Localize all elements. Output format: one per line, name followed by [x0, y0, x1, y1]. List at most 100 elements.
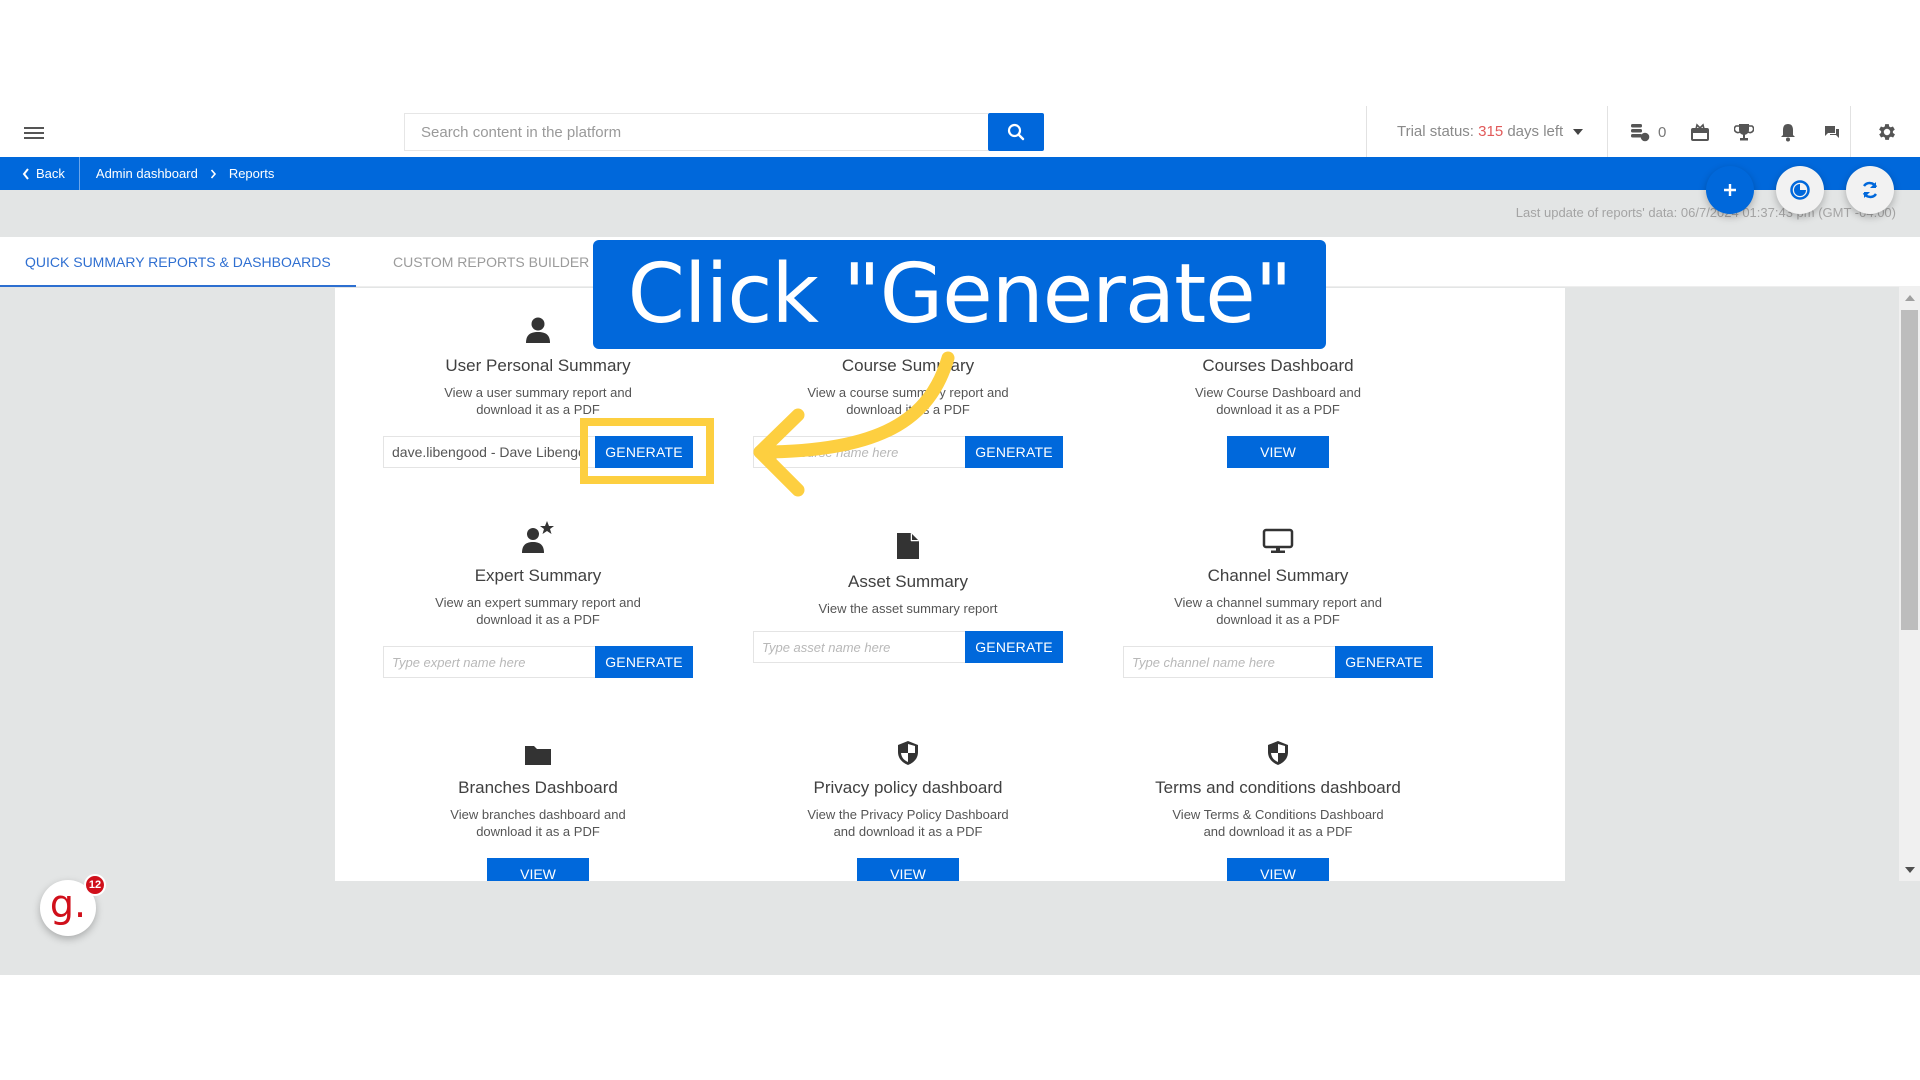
- bell-icon: [1781, 124, 1796, 142]
- gift-button[interactable]: [1688, 121, 1712, 143]
- coins-count: 0: [1658, 123, 1667, 141]
- plus-icon: [1724, 184, 1736, 196]
- card-description: View the asset summary report: [818, 601, 998, 616]
- trial-suffix: days left: [1503, 123, 1564, 140]
- asset-input[interactable]: [753, 631, 965, 663]
- scroll-down-arrow-icon[interactable]: [1905, 867, 1915, 873]
- highlight-box: [580, 418, 714, 484]
- course-input[interactable]: [753, 436, 965, 468]
- last-update-text: Last update of reports' data: 06/7/2024 …: [1515, 205, 1896, 220]
- instruction-callout: Click "Generate": [593, 240, 1326, 349]
- search-icon: [1007, 123, 1025, 141]
- card-title: Asset Summary: [848, 572, 968, 591]
- coins-icon: [1631, 124, 1650, 142]
- trial-days: 315: [1478, 123, 1504, 140]
- card-description: View Terms & Conditions Dashboard and dow…: [1172, 807, 1384, 839]
- generate-asset-summary-button[interactable]: GENERATE: [965, 631, 1063, 663]
- generate-expert-summary-button[interactable]: GENERATE: [595, 646, 693, 678]
- messages-button[interactable]: [1820, 121, 1844, 143]
- header-divider: [1366, 106, 1367, 157]
- scrollbar-thumb[interactable]: [1901, 310, 1918, 630]
- header-divider: [1607, 106, 1608, 157]
- breadcrumb-reports[interactable]: Reports: [229, 166, 275, 181]
- back-button[interactable]: Back: [0, 157, 80, 190]
- card-terms-conditions-dashboard: Terms and conditions dashboard View Term…: [1093, 732, 1463, 881]
- card-title: Privacy policy dashboard: [813, 778, 1003, 797]
- notifications-button[interactable]: [1776, 121, 1800, 143]
- card-title: Course Summary: [841, 356, 975, 375]
- card-title: Courses Dashboard: [1202, 356, 1354, 375]
- search-input[interactable]: [404, 113, 988, 151]
- card-description: View a course summary report and download…: [807, 385, 1009, 417]
- generate-channel-summary-button[interactable]: GENERATE: [1335, 646, 1433, 678]
- view-privacy-policy-dashboard-button[interactable]: VIEW: [857, 858, 959, 881]
- view-courses-dashboard-button[interactable]: VIEW: [1227, 436, 1329, 468]
- card-description: View the Privacy Policy Dashboard and dow…: [807, 807, 1009, 839]
- reports-panel: User Personal Summary View a user summar…: [335, 288, 1565, 881]
- card-asset-summary: Asset Summary View the asset summary rep…: [723, 526, 1093, 663]
- add-button[interactable]: [1706, 166, 1754, 214]
- tab-custom-reports-builder[interactable]: CUSTOM REPORTS BUILDER: [368, 237, 614, 287]
- trophy-button[interactable]: [1732, 121, 1756, 143]
- card-title: Branches Dashboard: [458, 778, 618, 797]
- channel-input[interactable]: [1123, 646, 1335, 678]
- header-icons: 0: [1628, 121, 1864, 143]
- folder-icon: [525, 746, 551, 765]
- refresh-icon: [1862, 181, 1878, 199]
- card-description: View an expert summary report and downloa…: [435, 595, 641, 627]
- breadcrumb-bar: Back Admin dashboard Reports: [0, 157, 1920, 190]
- card-title: User Personal Summary: [445, 356, 631, 375]
- card-description: View branches dashboard and download it a…: [450, 807, 626, 839]
- guidde-badge[interactable]: g. 12: [40, 874, 106, 936]
- card-description: View Course Dashboard and download it as …: [1195, 385, 1361, 417]
- menu-icon[interactable]: [24, 124, 44, 142]
- scrollbar[interactable]: [1899, 286, 1920, 881]
- settings-button[interactable]: [1876, 121, 1900, 145]
- page: Trial status: 315 days left 0: [0, 0, 1920, 1080]
- shield-icon: [898, 741, 918, 765]
- monitor-icon: [1262, 528, 1294, 553]
- chat-icon: [1825, 126, 1840, 138]
- breadcrumb-admin-dashboard[interactable]: Admin dashboard: [96, 166, 198, 181]
- view-branches-dashboard-button[interactable]: VIEW: [487, 858, 589, 881]
- card-channel-summary: Channel Summary View a channel summary r…: [1093, 520, 1463, 678]
- card-expert-summary: Expert Summary View an expert summary re…: [353, 520, 723, 678]
- gear-icon: [1879, 124, 1895, 140]
- badge-count: 12: [84, 874, 106, 896]
- guidde-logo-icon: g.: [49, 882, 87, 926]
- card-privacy-policy-dashboard: Privacy policy dashboard View the Privac…: [723, 732, 1093, 881]
- header-divider: [1850, 106, 1851, 157]
- card-title: Channel Summary: [1207, 566, 1349, 585]
- tab-quick-summary[interactable]: QUICK SUMMARY REPORTS & DASHBOARDS: [0, 237, 356, 287]
- theme-button[interactable]: [1776, 166, 1824, 214]
- chevron-right-icon: [210, 168, 216, 179]
- view-terms-dashboard-button[interactable]: VIEW: [1227, 858, 1329, 881]
- expert-icon: [522, 521, 554, 553]
- gift-icon: [1691, 123, 1710, 141]
- trial-label: Trial status:: [1397, 123, 1479, 140]
- search-bar: [404, 113, 1044, 151]
- card-title: Expert Summary: [474, 566, 602, 585]
- trophy-icon: [1734, 124, 1755, 141]
- file-icon: [897, 533, 919, 559]
- theme-icon: [1790, 180, 1810, 200]
- top-header: Trial status: 315 days left 0: [0, 106, 1920, 157]
- user-input[interactable]: [383, 436, 595, 468]
- chevron-left-icon: [22, 167, 29, 180]
- card-title: Terms and conditions dashboard: [1155, 778, 1401, 797]
- caret-down-icon: [1573, 128, 1584, 135]
- expert-input[interactable]: [383, 646, 595, 678]
- scroll-up-arrow-icon[interactable]: [1905, 295, 1915, 301]
- card-branches-dashboard: Branches Dashboard View branches dashboa…: [353, 732, 723, 881]
- breadcrumb: Admin dashboard Reports: [80, 166, 274, 181]
- shield-icon: [1268, 741, 1288, 765]
- coins-button[interactable]: [1628, 121, 1652, 143]
- back-label: Back: [36, 166, 65, 181]
- search-button[interactable]: [988, 113, 1044, 151]
- user-icon: [526, 317, 550, 343]
- generate-course-summary-button[interactable]: GENERATE: [965, 436, 1063, 468]
- card-description: View a user summary report and download i…: [444, 385, 632, 417]
- trial-status-dropdown[interactable]: Trial status: 315 days left: [1397, 123, 1584, 140]
- refresh-button[interactable]: [1846, 166, 1894, 214]
- card-description: View a channel summary report and downloa…: [1174, 595, 1382, 627]
